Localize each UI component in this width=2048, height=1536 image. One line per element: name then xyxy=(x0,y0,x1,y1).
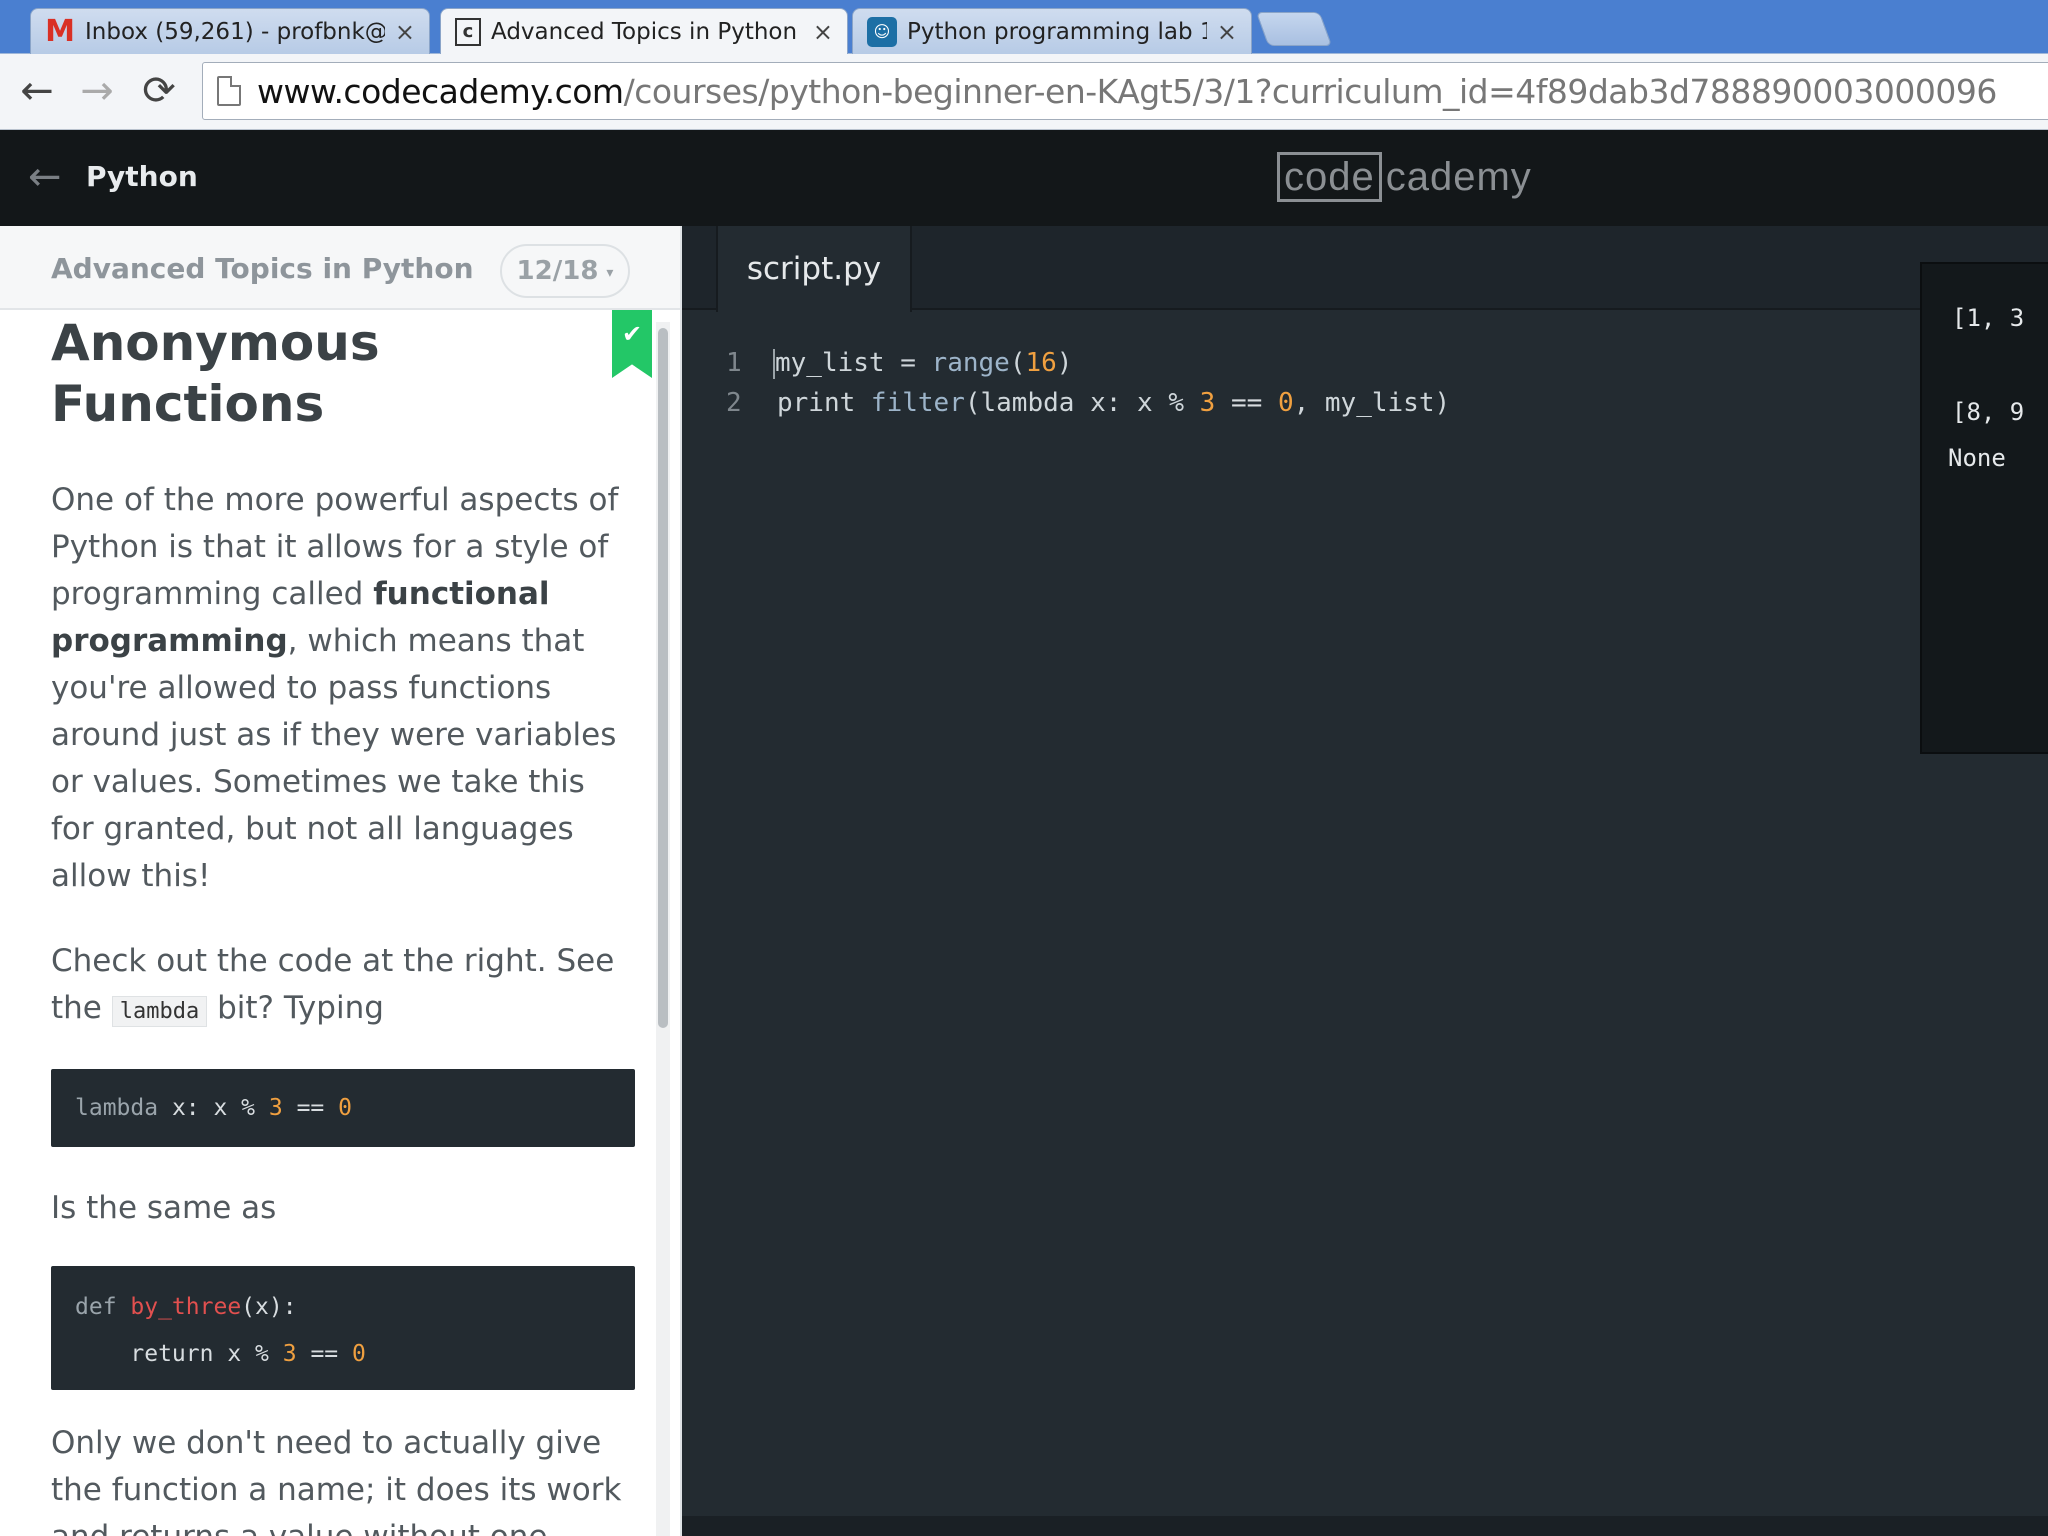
code-text: , my_list) xyxy=(1293,388,1451,418)
code-number: 3 xyxy=(268,1095,283,1121)
browser-toolbar: ← → ⟳ www.codecademy.com/courses/python-… xyxy=(0,54,2048,130)
browser-tab-python-lab[interactable]: ☺ Python programming lab 17 × xyxy=(852,8,1252,54)
code-number: 0 xyxy=(338,1095,352,1121)
lesson-content: Anonymous Functions One of the more powe… xyxy=(51,310,635,1536)
back-arrow-icon[interactable]: ← xyxy=(28,154,62,200)
url-host: www.codecademy.com xyxy=(257,71,624,111)
lesson-scrollbar[interactable] xyxy=(656,322,670,1536)
output-console: [1, 3 [8, 9 None xyxy=(1920,262,2048,754)
scrollbar-thumb[interactable] xyxy=(658,328,668,1028)
code-example-def: def by_three(x): return x % 3 == 0 xyxy=(51,1266,635,1390)
tab-title: Python programming lab 17 xyxy=(907,18,1207,45)
browser-tab-gmail[interactable]: M Inbox (59,261) - profbnk@gi × xyxy=(30,8,430,54)
code-text: x % xyxy=(213,1341,283,1367)
url-text: www.codecademy.com/courses/python-beginn… xyxy=(257,72,1997,111)
code-number: 3 xyxy=(282,1341,297,1367)
code-text: print xyxy=(777,388,871,418)
gmail-icon: M xyxy=(45,14,75,49)
output-line: [8, 9 xyxy=(1952,398,2025,426)
lab-favicon-icon: ☺ xyxy=(867,16,897,47)
code-number: 3 xyxy=(1199,388,1216,418)
lesson-paragraph: Only we don't need to actually give the … xyxy=(51,1425,622,1536)
lesson-header: Advanced Topics in Python 12/18 ▾ xyxy=(0,226,680,310)
logo-box-text: code xyxy=(1277,152,1382,202)
code-text: (x): xyxy=(241,1294,297,1320)
text-span: , which means that you're allowed to pas… xyxy=(51,623,617,894)
close-icon[interactable]: × xyxy=(1217,18,1237,46)
new-tab-button[interactable] xyxy=(1255,12,1333,46)
tab-script-py[interactable]: script.py xyxy=(716,226,912,312)
browser-tab-strip: M Inbox (59,261) - profbnk@gi × c Advanc… xyxy=(0,0,2048,54)
progress-text: 12/18 xyxy=(516,256,599,286)
editor-bottom-bar xyxy=(682,1516,2048,1536)
lesson-paragraph: Is the same as xyxy=(51,1190,277,1226)
tab-title: Advanced Topics in Python | xyxy=(491,18,803,45)
forward-button[interactable]: → xyxy=(70,64,124,118)
code-text: == xyxy=(296,1341,352,1367)
lesson-paragraph: Check out the code at the right. See the… xyxy=(51,938,635,1035)
unit-title: Advanced Topics in Python xyxy=(51,252,474,285)
code-text: ( xyxy=(1009,348,1026,378)
output-line: None xyxy=(1948,444,2006,472)
inline-code: lambda xyxy=(111,996,208,1027)
codecademy-favicon-icon: c xyxy=(455,17,481,46)
close-icon[interactable]: × xyxy=(813,18,833,46)
page-icon xyxy=(217,76,241,106)
address-bar[interactable]: www.codecademy.com/courses/python-beginn… xyxy=(202,62,2048,120)
code-text: ) xyxy=(1056,348,1073,378)
lesson-paragraph: One of the more powerful aspects of Pyth… xyxy=(51,477,635,900)
browser-tab-codecademy[interactable]: c Advanced Topics in Python | × xyxy=(440,8,848,54)
editor-tab-bar: script.py xyxy=(682,226,2048,312)
logo-rest-text: cademy xyxy=(1385,154,1532,199)
back-button[interactable]: ← xyxy=(10,64,64,118)
code-keyword: lambda xyxy=(75,1095,159,1121)
code-example-lambda: lambda x: x % 3 == 0 xyxy=(51,1069,635,1147)
code-text: my_list = xyxy=(775,348,932,378)
code-number: 0 xyxy=(1277,388,1294,418)
reload-button[interactable]: ⟳ xyxy=(132,64,186,118)
code-keyword: return xyxy=(75,1341,214,1367)
line-number: 1 xyxy=(726,348,742,378)
line-number: 2 xyxy=(726,388,742,418)
tab-title: Inbox (59,261) - profbnk@gi xyxy=(85,18,385,45)
code-text: == xyxy=(282,1095,339,1121)
code-number: 16 xyxy=(1025,348,1057,378)
lesson-title: Anonymous Functions xyxy=(51,314,380,433)
chevron-down-icon: ▾ xyxy=(606,265,614,281)
codecademy-logo[interactable]: code cademy xyxy=(1277,152,1532,202)
code-number: 0 xyxy=(351,1341,366,1367)
code-function: range xyxy=(931,348,1010,378)
code-function-name: by_three xyxy=(130,1294,242,1320)
lesson-panel: Advanced Topics in Python 12/18 ▾ ✔ Anon… xyxy=(0,226,682,1536)
course-title[interactable]: Python xyxy=(86,160,198,193)
close-icon[interactable]: × xyxy=(395,18,415,46)
code-keyword: def xyxy=(75,1294,131,1320)
code-line-1[interactable]: my_list = range(16) xyxy=(773,348,1073,379)
code-line-2[interactable]: print filter(lambda x: x % 3 == 0, my_li… xyxy=(777,388,1450,418)
output-line: [1, 3 xyxy=(1952,304,2025,332)
code-text: (lambda x: x % xyxy=(964,388,1200,418)
app-header: ← Python code cademy xyxy=(0,130,2048,226)
code-function: filter xyxy=(870,388,965,418)
code-text: == xyxy=(1215,388,1278,418)
code-text: x: x % xyxy=(158,1095,269,1121)
lesson-progress-dropdown[interactable]: 12/18 ▾ xyxy=(500,244,630,298)
url-path: /courses/python-beginner-en-KAgt5/3/1?cu… xyxy=(623,71,1998,111)
code-editor: script.py 1 2 my_list = range(16) print … xyxy=(682,226,2048,1536)
text-span: bit? Typing xyxy=(207,990,384,1026)
